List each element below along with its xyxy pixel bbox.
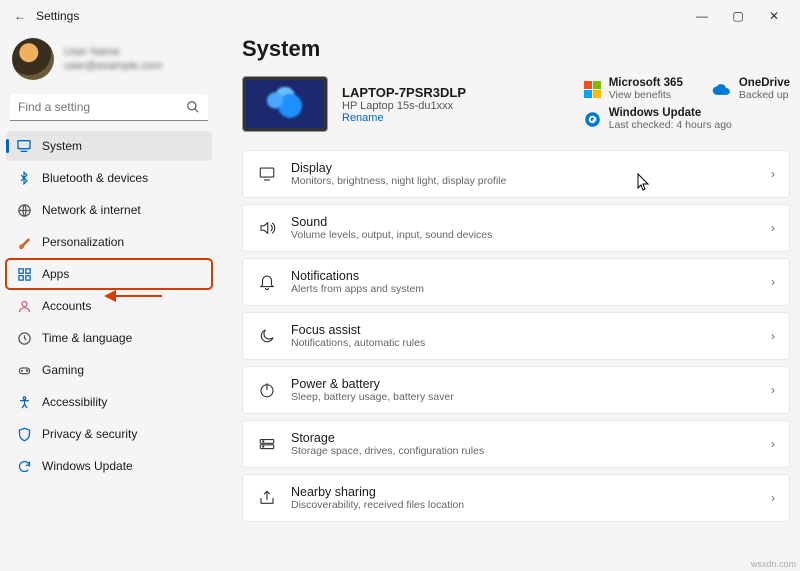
window-title: Settings [36,9,79,23]
chevron-right-icon: › [771,221,775,235]
tile-update[interactable]: Windows UpdateLast checked: 4 hours ago [584,107,790,131]
chevron-right-icon: › [771,167,775,181]
maximize-button[interactable]: ▢ [720,9,756,23]
shield-icon [16,426,32,442]
close-button[interactable]: ✕ [756,9,792,23]
chevron-right-icon: › [771,383,775,397]
nav-update[interactable]: Windows Update [6,451,212,481]
nav-time[interactable]: Time & language [6,323,212,353]
nav: System Bluetooth & devices Network & int… [6,131,212,481]
card-notifications[interactable]: NotificationsAlerts from apps and system… [242,258,790,306]
search-input[interactable] [18,100,186,114]
minimize-button[interactable]: ― [684,9,720,23]
system-icon [16,138,32,154]
network-icon [16,202,32,218]
nav-personalization[interactable]: Personalization [6,227,212,257]
device-name: LAPTOP-7PSR3DLP [342,85,466,100]
sound-icon [257,219,277,237]
tile-m365[interactable]: Microsoft 365View benefits [584,77,683,101]
search-box[interactable] [10,94,208,121]
avatar [12,38,54,80]
device-model: HP Laptop 15s-du1xxx [342,100,466,112]
page-title: System [242,36,790,62]
watermark: wsxdn.com [751,559,796,569]
apps-icon [16,266,32,282]
update-icon [584,111,601,128]
card-display[interactable]: DisplayMonitors, brightness, night light… [242,150,790,198]
user-name: User Name [64,45,162,59]
user-block[interactable]: User Name user@example.com [6,32,212,94]
brush-icon [16,234,32,250]
nav-apps[interactable]: Apps [6,259,212,289]
titlebar: ← Settings ― ▢ ✕ [0,0,800,32]
nav-accessibility[interactable]: Accessibility [6,387,212,417]
storage-icon [257,435,277,453]
card-sound[interactable]: SoundVolume levels, output, input, sound… [242,204,790,252]
sidebar: User Name user@example.com System Blueto… [0,32,218,571]
cloud-icon [711,82,731,96]
share-icon [257,489,277,507]
tile-onedrive[interactable]: OneDriveBacked up [711,77,790,101]
device-block[interactable]: LAPTOP-7PSR3DLP HP Laptop 15s-du1xxx Ren… [242,76,466,132]
rename-link[interactable]: Rename [342,112,466,124]
microsoft-logo-icon [584,81,601,98]
chevron-right-icon: › [771,437,775,451]
nav-accounts[interactable]: Accounts [6,291,212,321]
bluetooth-icon [16,170,32,186]
card-nearby[interactable]: Nearby sharingDiscoverability, received … [242,474,790,522]
nav-system[interactable]: System [6,131,212,161]
gaming-icon [16,362,32,378]
chevron-right-icon: › [771,329,775,343]
back-button[interactable]: ← [8,9,32,23]
settings-cards: DisplayMonitors, brightness, night light… [242,150,790,522]
card-power[interactable]: Power & batterySleep, battery usage, bat… [242,366,790,414]
user-email: user@example.com [64,59,162,73]
nav-privacy[interactable]: Privacy & security [6,419,212,449]
card-focus[interactable]: Focus assistNotifications, automatic rul… [242,312,790,360]
chevron-right-icon: › [771,275,775,289]
main-content: System LAPTOP-7PSR3DLP HP Laptop 15s-du1… [218,32,800,571]
nav-bluetooth[interactable]: Bluetooth & devices [6,163,212,193]
moon-icon [257,327,277,345]
bell-icon [257,273,277,291]
person-icon [16,298,32,314]
accessibility-icon [16,394,32,410]
nav-gaming[interactable]: Gaming [6,355,212,385]
device-image [242,76,328,132]
power-icon [257,381,277,399]
chevron-right-icon: › [771,491,775,505]
update-icon [16,458,32,474]
display-icon [257,165,277,183]
search-icon [186,100,200,114]
nav-network[interactable]: Network & internet [6,195,212,225]
clock-icon [16,330,32,346]
card-storage[interactable]: StorageStorage space, drives, configurat… [242,420,790,468]
